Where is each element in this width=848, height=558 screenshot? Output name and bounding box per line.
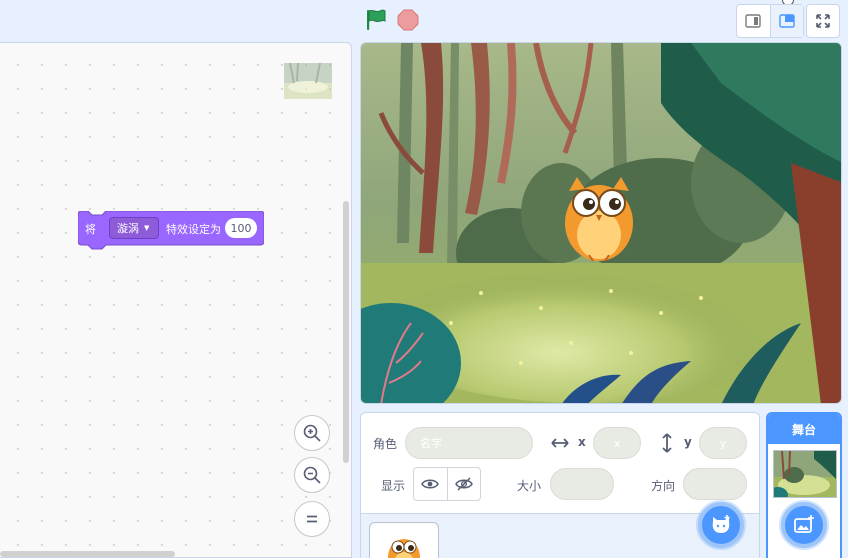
stage-canvas[interactable] xyxy=(360,42,842,404)
fullscreen-button[interactable] xyxy=(806,4,840,38)
size-input[interactable] xyxy=(550,468,614,500)
zoom-in-button[interactable] xyxy=(294,415,330,451)
zoom-in-icon xyxy=(303,424,321,442)
zoom-reset-button[interactable] xyxy=(294,501,330,537)
fullscreen-icon xyxy=(816,14,830,28)
vertical-arrows-icon xyxy=(662,433,672,453)
block-prefix-text: 将 xyxy=(85,223,96,236)
top-bar xyxy=(0,0,848,42)
eye-slash-icon xyxy=(455,477,473,491)
choose-backdrop-button[interactable] xyxy=(781,502,827,548)
x-label: x xyxy=(578,435,586,449)
show-sprite-button[interactable] xyxy=(414,468,447,500)
sprite-name-input[interactable]: 名字 xyxy=(405,427,533,459)
small-stage-icon xyxy=(745,14,762,28)
direction-input[interactable] xyxy=(683,468,747,500)
choose-backdrop-icon xyxy=(794,515,814,533)
green-flag-icon[interactable] xyxy=(364,8,388,32)
choose-sprite-icon xyxy=(712,515,730,533)
normal-stage-icon xyxy=(779,14,795,28)
block-middle-text: 特效设定为 xyxy=(166,223,221,236)
effect-dropdown[interactable]: 漩涡 ▼ xyxy=(109,217,159,239)
stage-header: 舞台 xyxy=(768,414,840,444)
direction-label: 方向 xyxy=(651,479,676,493)
zoom-reset-icon xyxy=(307,515,317,523)
y-input[interactable]: y xyxy=(699,427,747,459)
sprite-thumbnail[interactable] xyxy=(369,522,439,558)
x-input[interactable]: x xyxy=(593,427,641,459)
visibility-toggle xyxy=(413,467,481,501)
set-effect-block[interactable]: 将 漩涡 ▼ 特效设定为 100 xyxy=(78,211,264,250)
normal-stage-button[interactable] xyxy=(769,5,803,37)
horizontal-scrollbar[interactable] xyxy=(0,551,175,557)
sprite-label: 角色 xyxy=(373,437,398,451)
zoom-out-button[interactable] xyxy=(294,457,330,493)
choose-sprite-button[interactable] xyxy=(698,502,744,548)
small-stage-button[interactable] xyxy=(737,5,770,37)
code-workspace[interactable]: 将 漩涡 ▼ 特效设定为 100 xyxy=(0,42,352,558)
hide-sprite-button[interactable] xyxy=(446,468,480,500)
backdrop-thumbnail[interactable] xyxy=(773,450,837,498)
eye-icon xyxy=(421,479,440,489)
show-label: 显示 xyxy=(381,479,406,493)
chevron-down-icon: ▼ xyxy=(144,224,150,232)
forest-backdrop xyxy=(361,43,841,403)
stop-icon[interactable] xyxy=(397,9,419,31)
effect-dropdown-value: 漩涡 xyxy=(117,222,139,235)
vertical-scrollbar[interactable] xyxy=(343,201,349,463)
y-label: y xyxy=(684,435,692,449)
effect-value-input[interactable]: 100 xyxy=(225,218,257,238)
owl-sprite xyxy=(565,177,633,262)
zoom-out-icon xyxy=(303,466,321,484)
horizontal-arrows-icon xyxy=(551,438,569,448)
sprite-preview-thumbnail xyxy=(284,63,332,99)
size-label: 大小 xyxy=(517,479,542,493)
stage-layout-toggle xyxy=(736,4,804,38)
